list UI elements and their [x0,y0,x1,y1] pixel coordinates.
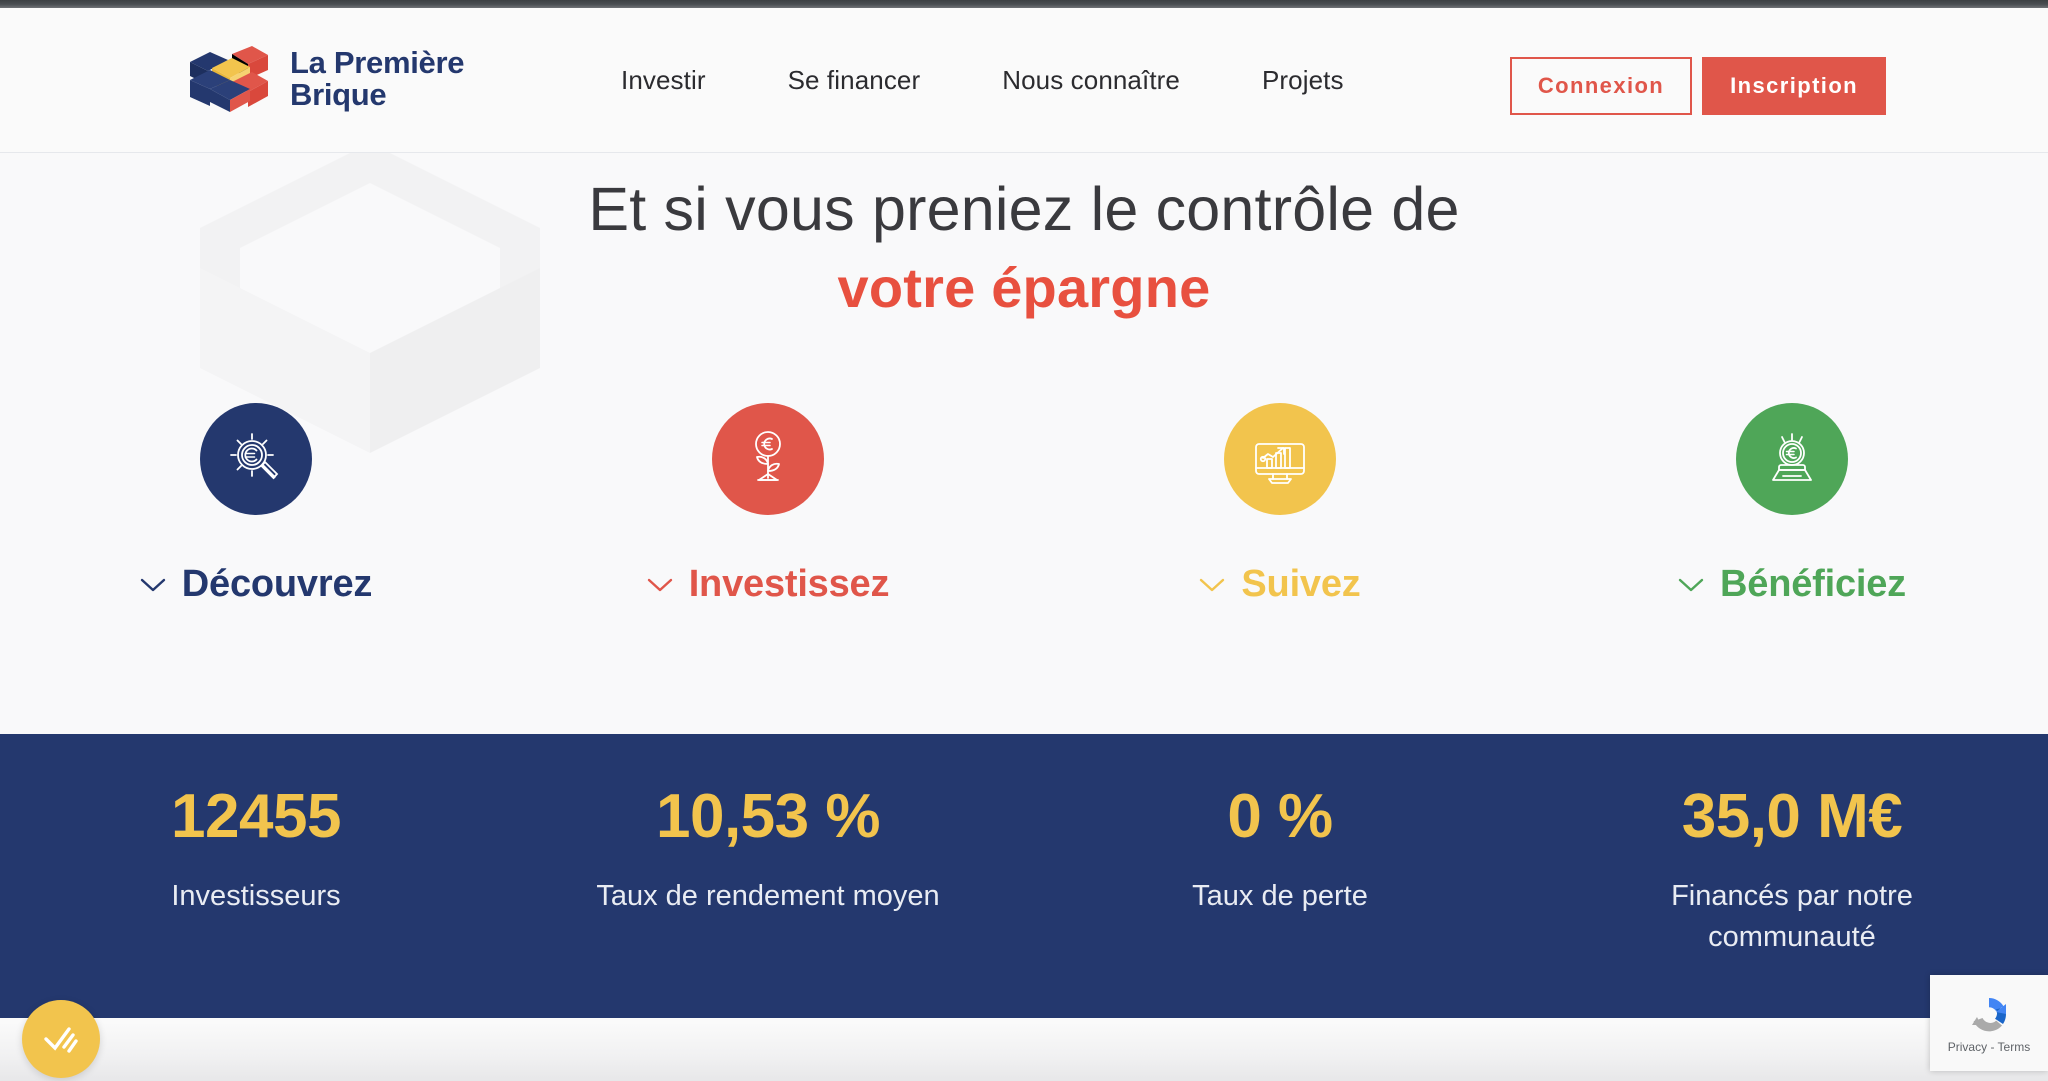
logo-line-1: La Première [290,44,465,80]
steps-row: Découvrez Investissez Suivez Bénéficiez [0,403,2048,606]
euro-plant-icon [755,431,781,481]
stat-finances-value: 35,0 M€ [1681,782,1903,851]
nav-investir[interactable]: Investir [580,65,747,96]
monitor-chart-icon [1255,443,1305,484]
consent-widget-button[interactable] [22,1000,100,1078]
hero-title: Et si vous preniez le contrôle de votre … [0,175,2048,320]
stats-band: 12455 Investisseurs 10,53 % Taux de rend… [0,734,2048,1018]
logo[interactable]: La Première Brique [188,44,465,114]
chevron-down-icon [140,578,165,591]
browser-chrome-edge [0,0,2048,8]
step-beneficiez-label: Bénéficiez [1720,563,1906,605]
step-suivez-circle[interactable] [1224,403,1336,515]
step-decouvrez-circle[interactable] [200,403,312,515]
step-beneficiez-label-row[interactable]: Bénéficiez [1678,563,1906,606]
logo-text: La Première Brique [290,44,465,112]
stat-finances-label: Financés par notre communauté [1671,880,1913,954]
nav-projets[interactable]: Projets [1221,65,1385,96]
recaptcha-badge[interactable]: Privacy - Terms [1930,975,2048,1071]
stat-investisseurs-value: 12455 [171,782,341,851]
step-decouvrez[interactable]: Découvrez [0,403,512,606]
step-suivez-label: Suivez [1241,563,1361,605]
chevron-down-icon [1200,578,1225,591]
step-investissez-label: Investissez [688,563,890,605]
nav-se-financer[interactable]: Se financer [747,65,962,96]
recaptcha-icon [1972,998,2006,1032]
hero-section: Et si vous preniez le contrôle de votre … [0,153,2048,734]
magnifier-euro-icon [230,433,279,480]
stat-perte-label: Taux de perte [1192,880,1368,912]
stat-rendement-value: 10,53 % [655,782,881,851]
step-beneficiez-circle[interactable] [1736,403,1848,515]
login-button[interactable]: Connexion [1509,57,1693,115]
step-investissez-circle[interactable] [712,403,824,515]
chevron-down-icon [1678,578,1704,591]
stat-investisseurs: 12455 Investisseurs [0,734,512,917]
logo-line-2: Brique [290,77,387,112]
step-beneficiez[interactable]: Bénéficiez [1536,403,2048,606]
step-decouvrez-label-row[interactable]: Découvrez [140,563,372,606]
step-investissez[interactable]: Investissez [512,403,1024,606]
page-bottom-strip [0,1018,2048,1081]
step-decouvrez-label: Découvrez [181,563,373,605]
step-suivez[interactable]: Suivez [1024,403,1536,606]
nav-nous-connaitre[interactable]: Nous connaître [961,65,1221,96]
signup-button[interactable]: Inscription [1702,57,1886,115]
euro-trophy-icon [1772,433,1812,481]
site-header: La Première Brique Investir Se financer … [0,8,2048,153]
main-nav: Investir Se financer Nous connaître Proj… [580,8,1385,153]
hero-title-line-1: Et si vous preniez le contrôle de [588,175,1460,243]
check-swipe-icon [44,1027,78,1053]
stat-rendement-label: Taux de rendement moyen [596,880,940,912]
brick-logo-icon [190,46,268,112]
hero-title-line-2: votre épargne [837,255,1211,319]
stat-perte: 0 % Taux de perte [1024,734,1536,917]
stat-finances: 35,0 M€ Financés par notre communauté [1536,734,2048,958]
auth-buttons: Connexion Inscription [1509,57,1886,115]
stat-perte-value: 0 % [1227,782,1333,851]
step-suivez-label-row[interactable]: Suivez [1199,563,1361,606]
chevron-down-icon [647,578,672,591]
recaptcha-label: Privacy - Terms [1947,1040,2031,1054]
step-investissez-label-row[interactable]: Investissez [647,563,890,606]
stat-investisseurs-label: Investisseurs [171,880,341,912]
stat-rendement: 10,53 % Taux de rendement moyen [512,734,1024,917]
